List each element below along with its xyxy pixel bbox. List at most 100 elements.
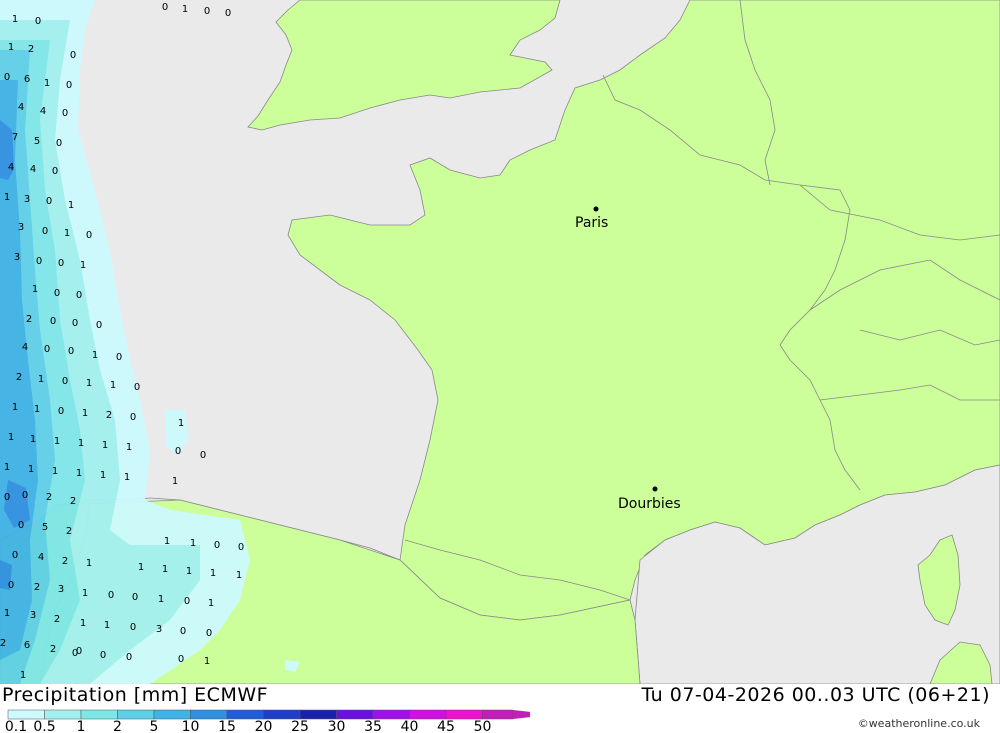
precip-value: 0 <box>76 290 82 301</box>
precip-value: 1 <box>126 442 132 453</box>
precip-value: 1 <box>182 4 188 15</box>
precip-value: 0 <box>52 166 58 177</box>
precip-value: 2 <box>26 314 32 325</box>
precip-value: 1 <box>162 564 168 575</box>
precip-value: 1 <box>178 418 184 429</box>
legend-label: 1 <box>77 719 86 733</box>
precip-value: 4 <box>30 164 36 175</box>
precip-value: 1 <box>102 440 108 451</box>
precip-value: 0 <box>100 650 106 661</box>
precip-value: 0 <box>116 352 122 363</box>
precip-value: 1 <box>34 404 40 415</box>
precip-value: 1 <box>8 432 14 443</box>
precip-value: 2 <box>66 526 72 537</box>
precip-value: 0 <box>62 108 68 119</box>
precip-value: 1 <box>20 670 26 681</box>
legend-swatch <box>445 709 483 720</box>
precip-value: 0 <box>225 8 231 19</box>
precip-value: 0 <box>86 230 92 241</box>
precip-value: 1 <box>54 436 60 447</box>
precipitation-map[interactable]: 1 0 0 1 0 0 1 2 0 0 6 1 0 4 4 0 7 5 0 4 4 0 1 3 0 1 3 0 1 0 3 0 0 1 1 0 0 2 0 0… <box>0 0 1000 685</box>
legend-swatch <box>482 709 514 720</box>
precip-value: 2 <box>16 372 22 383</box>
precip-value: 1 <box>124 472 130 483</box>
precip-value: 5 <box>42 522 48 533</box>
legend-swatch <box>263 709 301 720</box>
precip-value: 1 <box>80 618 86 629</box>
precip-value: 1 <box>164 536 170 547</box>
precip-value: 0 <box>4 492 10 503</box>
legend-label: 2 <box>113 719 122 733</box>
precip-value: 0 <box>50 316 56 327</box>
legend-arrow <box>513 710 530 719</box>
precip-value: 2 <box>46 492 52 503</box>
precip-value: 1 <box>52 466 58 477</box>
precip-value: 1 <box>190 538 196 549</box>
credit-link[interactable]: ©weatheronline.co.uk <box>858 717 980 730</box>
legend-swatch <box>117 709 155 720</box>
precip-value: 2 <box>50 644 56 655</box>
precip-value: 7 <box>12 132 18 143</box>
precip-value: 1 <box>38 374 44 385</box>
precip-value: 2 <box>54 614 60 625</box>
precip-value: 1 <box>208 598 214 609</box>
precip-value: 0 <box>130 412 136 423</box>
legend-label: 40 <box>401 719 419 733</box>
precip-value: 3 <box>14 252 20 263</box>
precip-value: 0 <box>130 622 136 633</box>
precip-value: 0 <box>22 490 28 501</box>
legend-label: 15 <box>218 719 236 733</box>
city-dot-dourbies <box>652 486 658 492</box>
precip-value: 0 <box>68 346 74 357</box>
precip-value: 3 <box>58 584 64 595</box>
precip-value: 6 <box>24 74 30 85</box>
precip-value: 1 <box>12 14 18 25</box>
precip-value: 1 <box>110 380 116 391</box>
precip-value: 1 <box>158 594 164 605</box>
precip-value: 1 <box>172 476 178 487</box>
precip-value: 2 <box>28 44 34 55</box>
precip-value: 1 <box>138 562 144 573</box>
map-footer: Precipitation [mm] ECMWF Tu 07-04-2026 0… <box>0 684 1000 733</box>
valid-time: Tu 07-04-2026 00..03 UTC (06+21) <box>641 684 990 706</box>
precip-value: 0 <box>4 72 10 83</box>
precip-value: 0 <box>58 258 64 269</box>
precip-value: 0 <box>56 138 62 149</box>
precip-value: 4 <box>40 106 46 117</box>
precip-value: 0 <box>162 2 168 13</box>
city-label-paris: Paris <box>575 215 608 231</box>
precip-value: 0 <box>66 80 72 91</box>
precip-value: 1 <box>4 462 10 473</box>
precip-value: 1 <box>32 284 38 295</box>
precip-value: 6 <box>24 640 30 651</box>
legend-label: 50 <box>474 719 492 733</box>
precip-value: 0 <box>132 592 138 603</box>
precip-value: 5 <box>34 136 40 147</box>
precip-value: 4 <box>18 102 24 113</box>
legend-label: 5 <box>150 719 159 733</box>
precip-value: 1 <box>44 78 50 89</box>
precip-value: 1 <box>30 434 36 445</box>
precip-value: 0 <box>238 542 244 553</box>
precip-value: 1 <box>100 470 106 481</box>
precip-value: 3 <box>156 624 162 635</box>
map-title: Precipitation [mm] ECMWF <box>2 684 269 706</box>
city-label-dourbies: Dourbies <box>618 496 681 512</box>
precip-value: 0 <box>46 196 52 207</box>
legend-label: 25 <box>291 719 309 733</box>
precip-value: 0 <box>8 580 14 591</box>
precip-value: 4 <box>22 342 28 353</box>
precip-value: 0 <box>58 406 64 417</box>
map-canvas: 1 0 0 1 0 0 1 2 0 0 6 1 0 4 4 0 7 5 0 4 4 0 1 3 0 1 3 0 1 0 3 0 0 1 1 0 0 2 0 0… <box>0 0 1000 685</box>
precip-value: 0 <box>72 318 78 329</box>
precip-value: 0 <box>12 550 18 561</box>
precip-value: 0 <box>175 446 181 457</box>
precip-value: 0 <box>178 654 184 665</box>
precip-value: 1 <box>76 468 82 479</box>
precip-value: 2 <box>0 638 6 649</box>
precip-value: 2 <box>62 556 68 567</box>
precip-value: 0 <box>42 226 48 237</box>
city-dot-paris <box>593 206 599 212</box>
precip-value: 0 <box>35 16 41 27</box>
precip-value: 4 <box>38 552 44 563</box>
